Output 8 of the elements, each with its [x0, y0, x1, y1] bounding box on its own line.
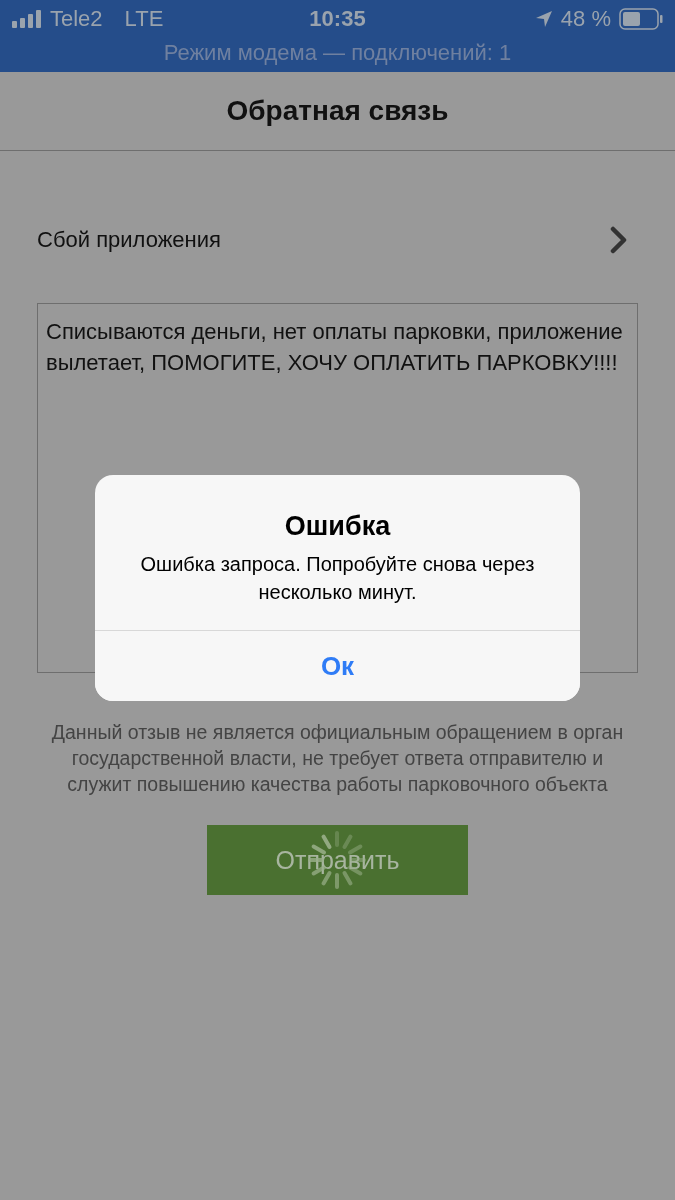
disclaimer-text: Данный отзыв не является официальным обращением в орган государственной власти, не требует ответа отправителю и служит повышению качества работы парковочного объекта	[50, 720, 625, 797]
battery-percent: 48 %	[560, 6, 611, 32]
page-title: Обратная связь	[226, 95, 449, 127]
network-type: LTE	[124, 6, 164, 32]
dialog-title: Ошибка	[284, 511, 391, 542]
clock: 10:35	[309, 6, 366, 32]
dialog-message: Ошибка запроса. Попробуйте снова через несколько минут.	[139, 552, 536, 605]
carrier-name: Tele2	[50, 6, 103, 32]
